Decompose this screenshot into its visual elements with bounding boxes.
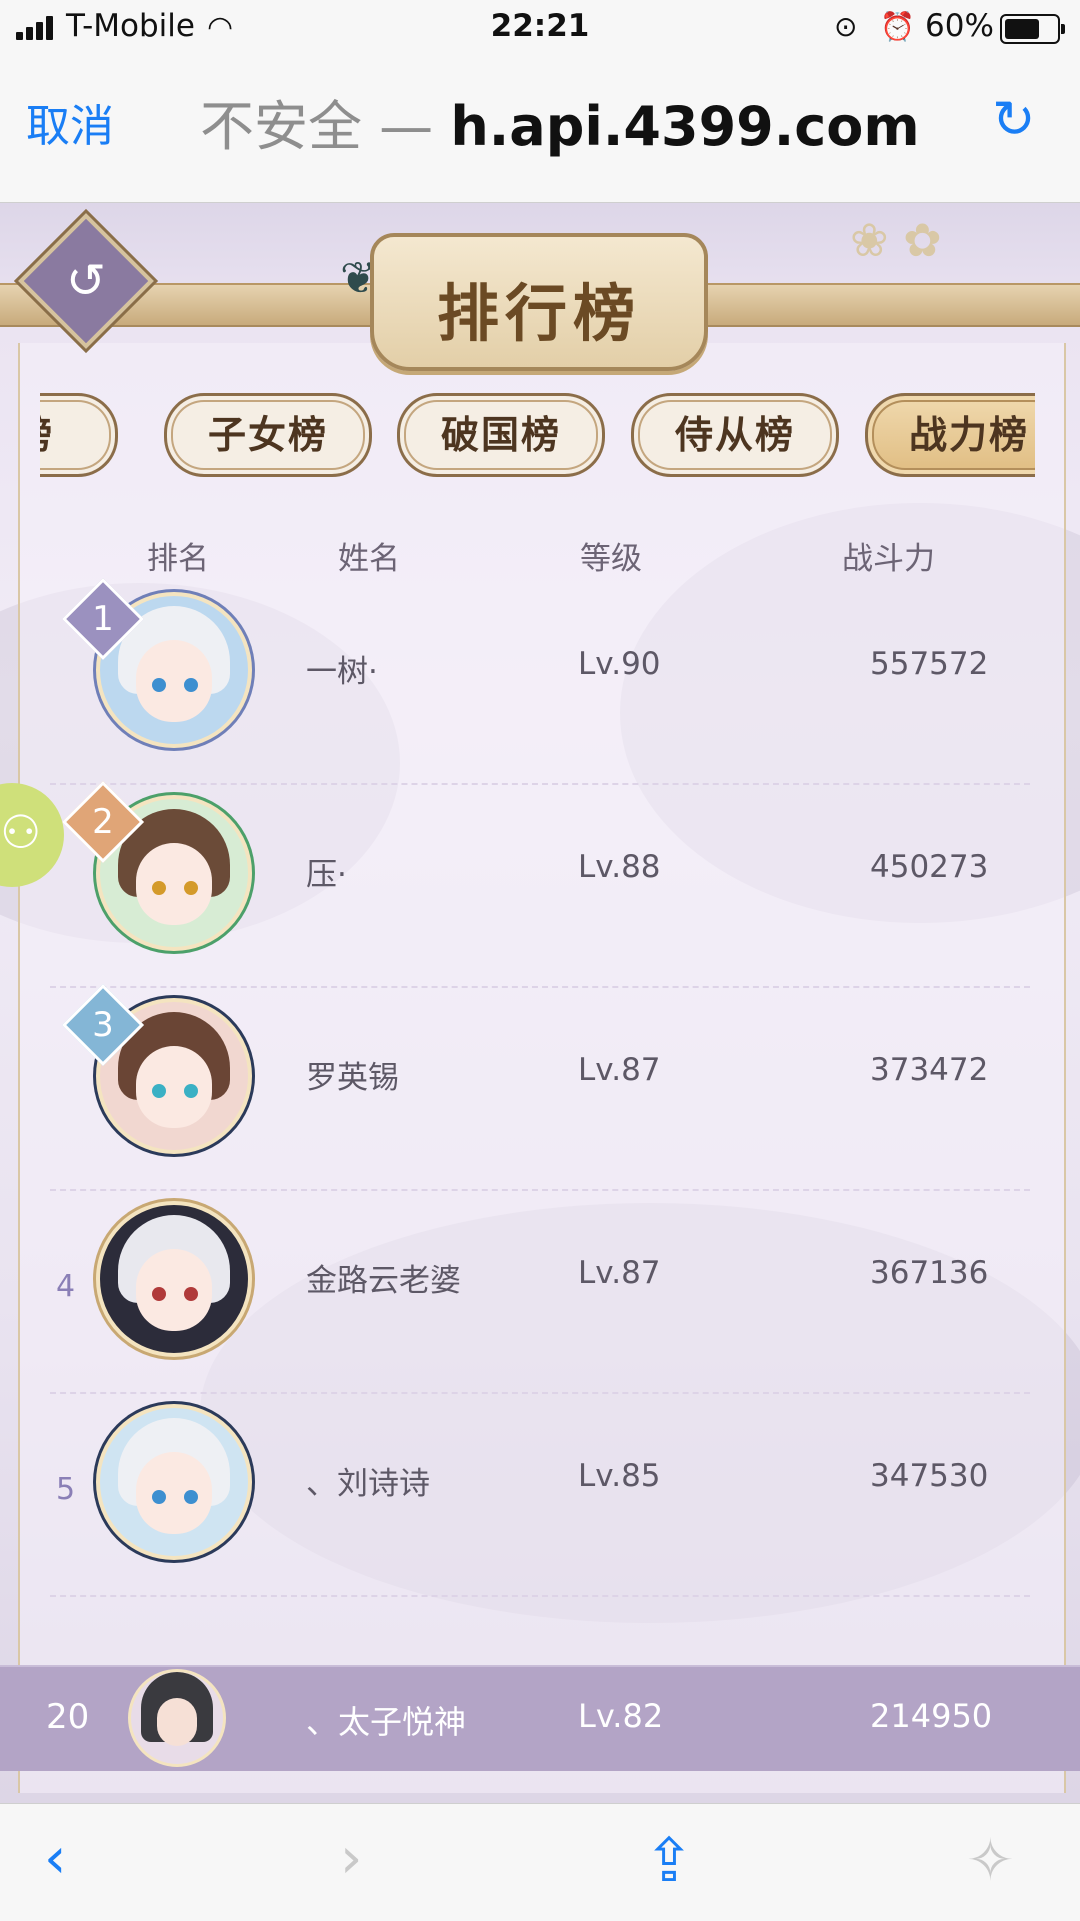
my-name: 、太子悦神 <box>306 1703 467 1741</box>
table-row[interactable]: 1 一树· Lv.90 557572 <box>50 577 1030 785</box>
player-level: Lv.90 <box>578 646 661 682</box>
tab-conquest-rank[interactable]: 破国榜 <box>397 393 605 477</box>
my-rank-number: 20 <box>46 1697 90 1737</box>
compass-icon[interactable]: ✧ <box>966 1826 1015 1894</box>
rank-number: 4 <box>56 1269 76 1304</box>
page-title: 排行榜 <box>436 277 641 350</box>
gamepad-icon: ⚇ <box>0 805 42 859</box>
table-row[interactable]: 2 压· Lv.88 450273 <box>50 780 1030 988</box>
tab-mansion-rank[interactable]: 府榜 <box>40 393 118 477</box>
alarm-icon: ⏰ <box>880 10 915 43</box>
player-name: 、刘诗诗 <box>306 1466 430 1502</box>
player-power: 557572 <box>870 646 989 682</box>
my-avatar <box>128 1669 226 1767</box>
player-name: 一树· <box>306 654 378 690</box>
table-row[interactable]: 4 金路云老婆 Lv.87 367136 <box>50 1189 1030 1394</box>
back-icon[interactable]: ‹ <box>44 1826 66 1891</box>
player-level: Lv.87 <box>578 1255 661 1291</box>
player-power: 450273 <box>870 849 989 885</box>
return-arrow-icon: ↺ <box>65 253 107 309</box>
reload-icon[interactable]: ↻ <box>992 90 1036 150</box>
column-level: 等级 <box>580 541 642 577</box>
forward-icon[interactable]: › <box>340 1826 362 1891</box>
player-power: 347530 <box>870 1458 989 1494</box>
rotation-lock-icon: ⊙ <box>834 10 858 43</box>
table-row[interactable]: 5 、刘诗诗 Lv.85 347530 <box>50 1392 1030 1597</box>
game-view: ❀ ✿ ❦ ❦ 排行榜 ↺ 府榜 子女榜 破国榜 侍从榜 战力榜 排名 姓名 等… <box>0 203 1080 1803</box>
url-bar: 取消 不安全 — h.api.4399.com ↻ <box>0 54 1080 203</box>
back-button[interactable]: ↺ <box>18 213 154 349</box>
player-level: Lv.88 <box>578 849 661 885</box>
player-name: 金路云老婆 <box>306 1263 461 1299</box>
tab-children-rank[interactable]: 子女榜 <box>164 393 372 477</box>
tab-bar: 府榜 子女榜 破国榜 侍从榜 战力榜 <box>40 393 1035 477</box>
tab-attendant-rank[interactable]: 侍从榜 <box>631 393 839 477</box>
player-power: 373472 <box>870 1052 989 1088</box>
my-power: 214950 <box>870 1697 993 1735</box>
browser-toolbar: ‹ › ⇪ ✧ <box>0 1803 1080 1921</box>
cancel-button[interactable]: 取消 <box>26 90 114 154</box>
player-name: 罗英锡 <box>306 1060 399 1096</box>
address-field[interactable]: 不安全 — h.api.4399.com <box>200 82 920 161</box>
status-bar: T-Mobile ◠ 22:21 ⊙ ⏰ 60% <box>0 0 1080 54</box>
column-rank: 排名 <box>147 541 209 577</box>
column-name: 姓名 <box>338 541 400 577</box>
table-row[interactable]: 3 罗英锡 Lv.87 373472 <box>50 983 1030 1191</box>
share-icon[interactable]: ⇪ <box>644 1826 694 1896</box>
host-label: h.api.4399.com <box>450 95 920 158</box>
my-level: Lv.82 <box>578 1697 664 1735</box>
player-level: Lv.85 <box>578 1458 661 1494</box>
rank-number: 5 <box>56 1472 76 1507</box>
avatar <box>96 1404 252 1560</box>
battery-icon <box>1000 14 1065 44</box>
clock: 22:21 <box>490 8 590 44</box>
battery-percent: 60% <box>925 8 994 44</box>
player-power: 367136 <box>870 1255 989 1291</box>
title-plaque: 排行榜 <box>370 233 708 371</box>
avatar <box>96 1201 252 1357</box>
flower-decoration: ❀ ✿ <box>850 213 942 267</box>
my-rank-row: 20 、太子悦神 Lv.82 214950 <box>0 1665 1080 1771</box>
column-power: 战斗力 <box>842 541 935 577</box>
tab-power-rank[interactable]: 战力榜 <box>865 393 1035 477</box>
insecure-label: 不安全 — <box>200 95 434 158</box>
player-name: 压· <box>306 857 347 893</box>
player-level: Lv.87 <box>578 1052 661 1088</box>
